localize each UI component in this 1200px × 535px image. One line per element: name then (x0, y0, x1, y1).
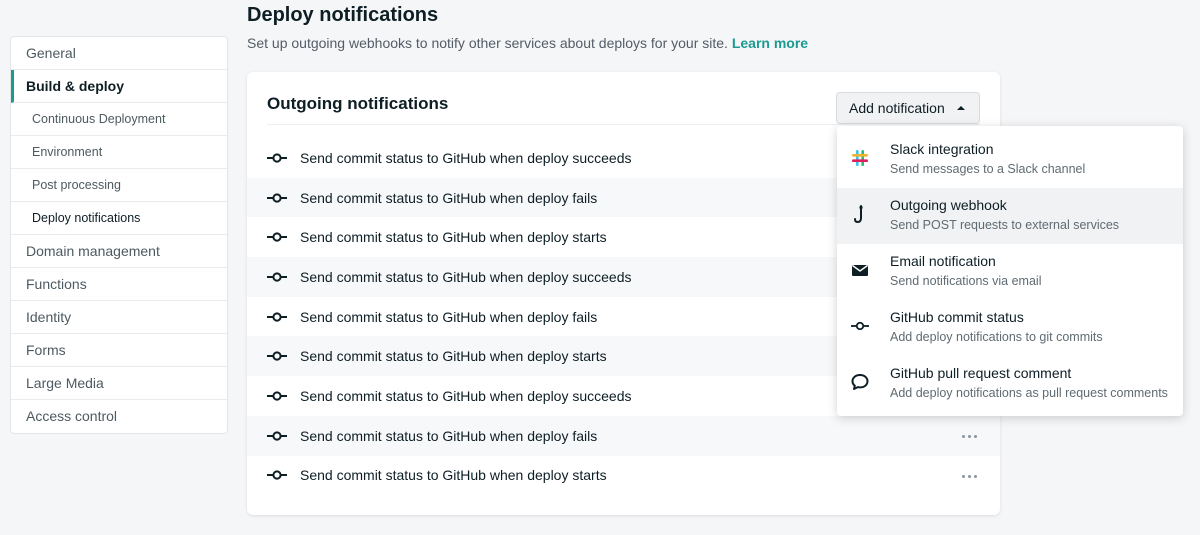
dot (968, 434, 971, 438)
sidebar-item-build-deploy[interactable]: Build & deploy (11, 70, 227, 103)
git-commit-icon (267, 311, 287, 322)
menu-item-title: GitHub pull request comment (890, 365, 1072, 381)
sidebar-item-large-media[interactable]: Large Media (11, 367, 227, 400)
git-commit-icon (851, 321, 869, 331)
menu-item-outgoing-webhook[interactable]: Outgoing webhook Send POST requests to e… (837, 188, 1183, 244)
menu-item-title: Outgoing webhook (890, 197, 1007, 213)
notification-text: Send commit status to GitHub when deploy… (300, 348, 607, 365)
sidebar-item-functions[interactable]: Functions (11, 268, 227, 301)
notification-text: Send commit status to GitHub when deploy… (300, 268, 632, 285)
page-description: Set up outgoing webhooks to notify other… (247, 35, 808, 51)
dot (962, 434, 965, 438)
git-commit-icon (267, 391, 287, 401)
envelope-icon (852, 264, 868, 276)
sidebar-item-continuous-deployment[interactable]: Continuous Deployment (11, 103, 227, 136)
git-commit-icon (267, 470, 287, 480)
dot (974, 474, 977, 478)
learn-more-link[interactable]: Learn more (732, 35, 808, 51)
sidebar-item-general[interactable]: General (11, 37, 227, 70)
menu-item-slack-integration[interactable]: Slack integration Send messages to a Sla… (837, 132, 1183, 188)
notification-text: Send commit status to GitHub when deploy… (300, 427, 598, 444)
sidebar-item-environment[interactable]: Environment (11, 136, 227, 169)
git-commit-icon (267, 153, 287, 163)
webhook-icon (854, 205, 863, 223)
page-description-text: Set up outgoing webhooks to notify other… (247, 35, 728, 51)
menu-item-github-pr-comment[interactable]: GitHub pull request comment Add deploy n… (837, 356, 1183, 412)
sidebar-item-deploy-notifications[interactable]: Deploy notifications (11, 202, 227, 235)
card-divider (267, 124, 980, 125)
speech-bubble-icon (851, 374, 869, 390)
git-commit-icon (267, 431, 287, 441)
sidebar-item-forms[interactable]: Forms (11, 334, 227, 367)
notification-text: Send commit status to GitHub when deploy… (300, 308, 598, 325)
page-title: Deploy notifications (247, 4, 439, 26)
menu-item-description: Add deploy notifications to git commits (890, 330, 1103, 344)
dot (974, 434, 977, 438)
menu-item-title: GitHub commit status (890, 309, 1024, 325)
notification-text: Send commit status to GitHub when deploy… (300, 229, 607, 246)
menu-item-description: Send POST requests to external services (890, 218, 1120, 232)
add-notification-menu: Slack integration Send messages to a Sla… (837, 126, 1183, 416)
more-options-button[interactable] (960, 427, 980, 445)
menu-item-title: Slack integration (890, 141, 994, 157)
slack-icon (852, 150, 868, 166)
menu-item-description: Add deploy notifications as pull request… (890, 386, 1168, 400)
card-title: Outgoing notifications (267, 94, 449, 113)
notification-text: Send commit status to GitHub when deploy… (300, 467, 607, 484)
notification-row: Send commit status to GitHub when deploy… (247, 456, 1000, 496)
settings-sidebar: General Build & deploy Continuous Deploy… (10, 36, 228, 434)
add-notification-label: Add notification (849, 100, 945, 116)
menu-item-description: Send notifications via email (890, 274, 1042, 288)
git-commit-icon (267, 351, 287, 361)
notification-text: Send commit status to GitHub when deploy… (300, 189, 598, 206)
git-commit-icon (267, 272, 287, 282)
sidebar-item-access-control[interactable]: Access control (11, 400, 227, 433)
sidebar-item-domain-management[interactable]: Domain management (11, 235, 227, 268)
git-commit-icon (267, 232, 287, 242)
sidebar-item-identity[interactable]: Identity (11, 301, 227, 334)
notification-text: Send commit status to GitHub when deploy… (300, 149, 632, 166)
add-notification-button[interactable]: Add notification (836, 92, 980, 124)
more-options-button[interactable] (960, 467, 980, 485)
menu-item-description: Send messages to a Slack channel (890, 162, 1086, 176)
dot (968, 474, 971, 478)
menu-item-email-notification[interactable]: Email notification Send notifications vi… (837, 244, 1183, 300)
notification-row: Send commit status to GitHub when deploy… (247, 415, 1000, 456)
dot (962, 474, 965, 478)
notification-text: Send commit status to GitHub when deploy… (300, 387, 632, 404)
git-commit-icon (267, 192, 287, 203)
menu-item-github-commit-status[interactable]: GitHub commit status Add deploy notifica… (837, 300, 1183, 356)
menu-item-title: Email notification (890, 253, 996, 269)
sidebar-item-post-processing[interactable]: Post processing (11, 169, 227, 202)
chevron-up-icon (957, 106, 965, 110)
